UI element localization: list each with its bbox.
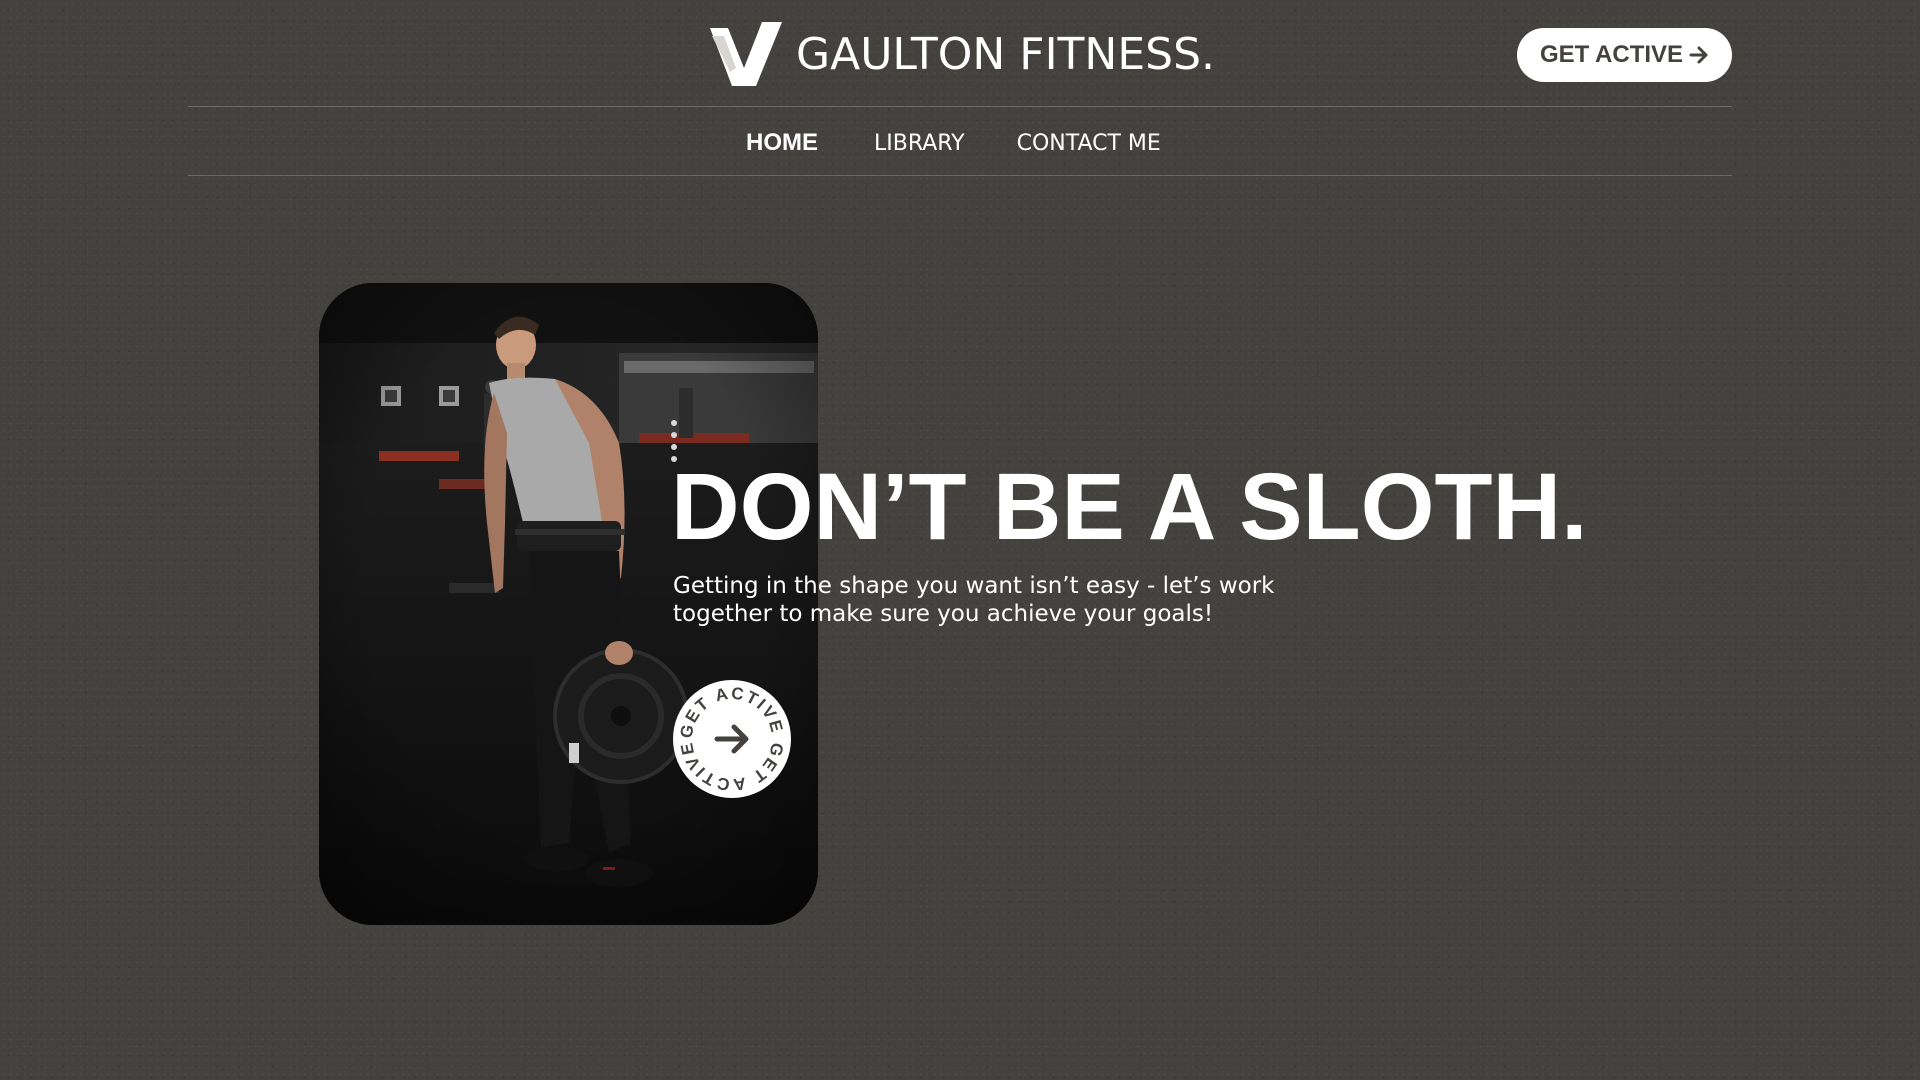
header-divider-bottom: [188, 175, 1732, 176]
hero-subtext: Getting in the shape you want isn’t easy…: [673, 573, 1275, 627]
page: GAULTON FITNESS. GET ACTIVE HOME LIBRARY…: [0, 0, 1920, 1080]
brand[interactable]: GAULTON FITNESS.: [710, 22, 1215, 86]
get-active-button[interactable]: GET ACTIVE: [1517, 28, 1732, 82]
arrow-right-icon: [1689, 46, 1708, 64]
get-active-badge-button[interactable]: GET ACTIVE GET ACTIVE: [673, 680, 791, 798]
brand-name: GAULTON FITNESS.: [796, 28, 1215, 80]
get-active-badge: GET ACTIVE GET ACTIVE: [674, 681, 790, 797]
nav-item-home[interactable]: HOME: [746, 129, 818, 157]
get-active-button-label: GET ACTIVE: [1539, 41, 1684, 68]
nav-item-library[interactable]: LIBRARY: [874, 131, 965, 156]
main-nav: HOME LIBRARY CONTACT ME: [746, 127, 1161, 159]
header-divider-top: [188, 106, 1732, 107]
nav-item-contact-me[interactable]: CONTACT ME: [1017, 131, 1161, 156]
hero-headline: DON’T BE A SLOTH.: [671, 454, 1588, 560]
v-logo-icon: [710, 22, 782, 86]
